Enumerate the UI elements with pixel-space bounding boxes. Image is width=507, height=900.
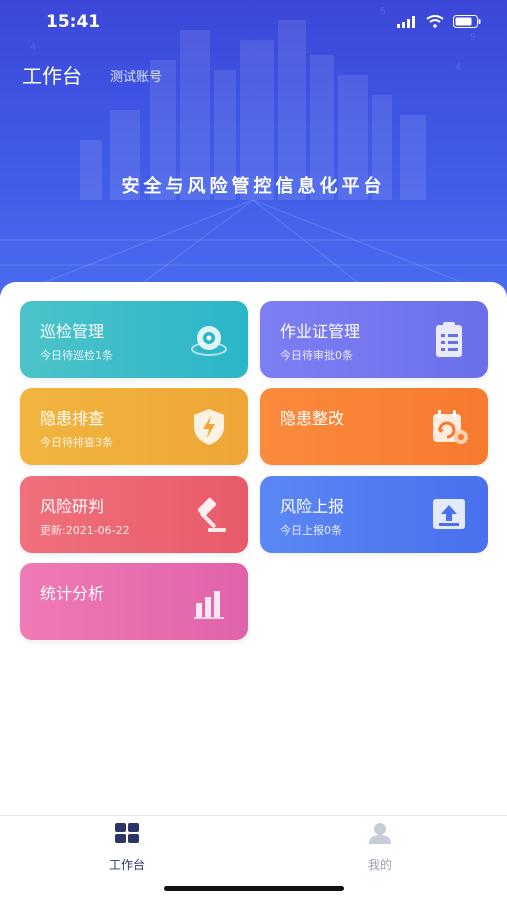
status-time: 15:41 [46, 12, 101, 32]
status-icons [397, 15, 481, 28]
platform-slogan: 安全与风险管控信息化平台 [121, 176, 386, 197]
bar-chart-icon [194, 591, 224, 619]
grid-icon [115, 823, 139, 843]
inspection-icon [191, 326, 227, 356]
card-hazard-check[interactable]: 隐患排查 今日待排查3条 [20, 388, 248, 465]
card-title: 隐患整改 [280, 409, 345, 428]
card-hazard-rectify[interactable]: 隐患整改 [260, 388, 488, 465]
card-inspection[interactable]: 巡检管理 今日待巡检1条 [20, 301, 248, 378]
card-risk-report[interactable]: 风险上报 今日上报0条 [260, 476, 488, 553]
card-title: 作业证管理 [280, 322, 361, 341]
card-title: 风险研判 [40, 497, 105, 516]
signal-icon [397, 15, 415, 28]
shield-bolt-icon [194, 409, 224, 445]
gavel-icon [197, 497, 226, 532]
upload-icon [433, 499, 465, 529]
tab-mine[interactable]: 我的 [330, 822, 430, 873]
card-title: 巡检管理 [40, 322, 105, 341]
card-risk-judge[interactable]: 风险研判 更新:2021-06-22 [20, 476, 248, 553]
user-icon [369, 823, 391, 844]
status-bar: 15:41 [0, 0, 507, 46]
card-subtitle: 今日待审批0条 [280, 349, 353, 362]
title-bar: 工作台 测试账号 [0, 58, 507, 92]
calendar-refresh-icon [433, 410, 468, 444]
card-title: 风险上报 [280, 497, 345, 516]
account-name[interactable]: 测试账号 [110, 66, 162, 85]
home-indicator [164, 886, 344, 891]
wifi-icon [426, 15, 444, 28]
tab-label: 我的 [367, 858, 392, 872]
card-title: 隐患排查 [40, 409, 105, 428]
card-subtitle: 今日上报0条 [280, 524, 342, 537]
card-statistics[interactable]: 统计分析 [20, 563, 248, 640]
tab-workbench[interactable]: 工作台 [77, 822, 177, 873]
battery-icon [453, 15, 481, 28]
card-subtitle: 今日待排查3条 [40, 436, 113, 449]
card-work-permit[interactable]: 作业证管理 今日待审批0条 [260, 301, 488, 378]
page-title: 工作台 [22, 64, 82, 88]
hero-banner: 4 4 6 9 15:41 工作台 测试账号 安全与风险管控信息化平台 [0, 0, 507, 300]
card-subtitle: 更新:2021-06-22 [40, 524, 130, 537]
clipboard-icon [436, 322, 462, 357]
tab-label: 工作台 [108, 858, 145, 872]
card-title: 统计分析 [40, 584, 105, 603]
card-subtitle: 今日待巡检1条 [40, 349, 113, 362]
